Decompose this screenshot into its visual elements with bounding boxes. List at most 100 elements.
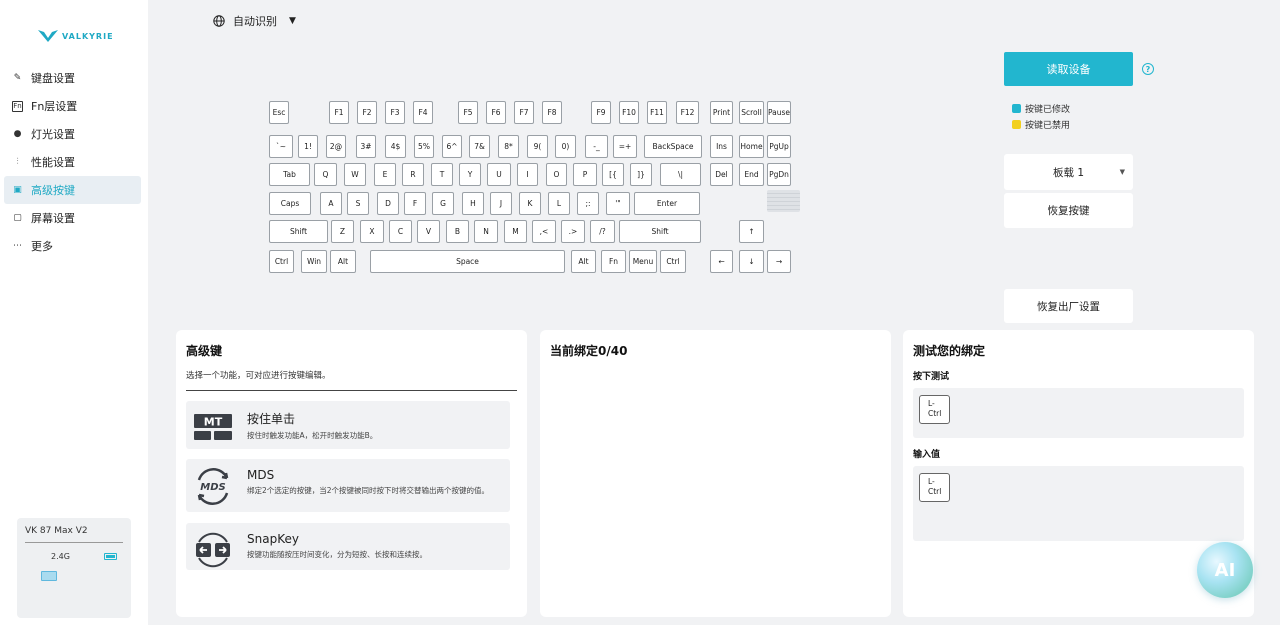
sidebar-item-4[interactable]: ▣ 高级按键 bbox=[4, 176, 141, 204]
key[interactable]: F11 bbox=[647, 101, 667, 124]
key[interactable]: Ctrl bbox=[660, 250, 686, 273]
key[interactable]: R bbox=[402, 163, 424, 186]
key[interactable]: 7& bbox=[469, 135, 490, 158]
key[interactable]: S bbox=[347, 192, 369, 215]
feature-mt[interactable]: MT 按住单击 按住时触发功能A，松开时触发功能B。 bbox=[186, 401, 510, 449]
key[interactable]: 8* bbox=[498, 135, 519, 158]
key[interactable]: -_ bbox=[585, 135, 608, 158]
key[interactable]: M bbox=[504, 220, 527, 243]
key[interactable]: 4$ bbox=[385, 135, 406, 158]
key[interactable]: '" bbox=[606, 192, 630, 215]
key[interactable]: F6 bbox=[486, 101, 506, 124]
feature-mds[interactable]: MDS MDS 绑定2个选定的按键，当2个按键被同时按下时将交替输出两个按键的值… bbox=[186, 459, 510, 512]
key[interactable]: ;: bbox=[577, 192, 599, 215]
key[interactable]: 5% bbox=[414, 135, 434, 158]
brand-logo[interactable]: VALKYRIE bbox=[38, 30, 114, 42]
key[interactable]: BackSpace bbox=[644, 135, 702, 158]
key[interactable]: Tab bbox=[269, 163, 310, 186]
key[interactable]: N bbox=[474, 220, 498, 243]
key[interactable]: O bbox=[546, 163, 567, 186]
key[interactable]: Fn bbox=[601, 250, 626, 273]
key[interactable]: [{ bbox=[602, 163, 624, 186]
key[interactable]: 2@ bbox=[326, 135, 346, 158]
key[interactable]: Print bbox=[710, 101, 733, 124]
key[interactable]: Y bbox=[459, 163, 481, 186]
key[interactable]: U bbox=[487, 163, 511, 186]
key[interactable]: Home bbox=[739, 135, 764, 158]
press-test-area[interactable]: L- Ctrl bbox=[913, 388, 1244, 438]
read-device-button[interactable]: 读取设备 bbox=[1004, 52, 1133, 86]
key[interactable]: E bbox=[374, 163, 396, 186]
key[interactable]: F9 bbox=[591, 101, 611, 124]
key[interactable]: .> bbox=[561, 220, 585, 243]
key[interactable]: L bbox=[548, 192, 570, 215]
key[interactable]: Shift bbox=[619, 220, 701, 243]
factory-reset-button[interactable]: 恢复出厂设置 bbox=[1004, 289, 1133, 323]
key[interactable]: `~ bbox=[269, 135, 293, 158]
key[interactable]: Del bbox=[710, 163, 733, 186]
key[interactable]: Alt bbox=[571, 250, 596, 273]
ai-assistant-button[interactable]: AI bbox=[1197, 542, 1253, 598]
key[interactable]: Enter bbox=[634, 192, 700, 215]
help-icon[interactable]: ? bbox=[1142, 63, 1154, 75]
sidebar-item-5[interactable]: ▢ 屏幕设置 bbox=[4, 204, 141, 232]
key[interactable]: → bbox=[767, 250, 791, 273]
key[interactable]: B bbox=[446, 220, 469, 243]
key[interactable]: F8 bbox=[542, 101, 562, 124]
key[interactable]: ↓ bbox=[739, 250, 764, 273]
key[interactable]: F7 bbox=[514, 101, 534, 124]
profile-select[interactable]: 板载 1 ▼ bbox=[1004, 154, 1133, 190]
key[interactable]: F4 bbox=[413, 101, 433, 124]
key[interactable]: D bbox=[377, 192, 399, 215]
key[interactable]: 9( bbox=[527, 135, 548, 158]
key[interactable]: F1 bbox=[329, 101, 349, 124]
key[interactable]: Caps bbox=[269, 192, 311, 215]
key[interactable]: Alt bbox=[330, 250, 356, 273]
key[interactable]: Shift bbox=[269, 220, 328, 243]
key[interactable]: =+ bbox=[613, 135, 637, 158]
key[interactable]: K bbox=[519, 192, 541, 215]
key[interactable]: F bbox=[404, 192, 426, 215]
key[interactable]: C bbox=[389, 220, 412, 243]
key[interactable]: X bbox=[360, 220, 384, 243]
key[interactable]: ↑ bbox=[739, 220, 764, 243]
key[interactable]: T bbox=[431, 163, 453, 186]
key[interactable]: Esc bbox=[269, 101, 289, 124]
key[interactable]: Pause bbox=[767, 101, 791, 124]
key[interactable]: ,< bbox=[532, 220, 556, 243]
sidebar-item-2[interactable]: ● 灯光设置 bbox=[4, 120, 141, 148]
key[interactable]: A bbox=[320, 192, 342, 215]
key[interactable]: 3# bbox=[356, 135, 376, 158]
key[interactable]: 6^ bbox=[442, 135, 462, 158]
key[interactable]: Q bbox=[314, 163, 337, 186]
key[interactable]: Ins bbox=[710, 135, 733, 158]
key[interactable]: J bbox=[490, 192, 512, 215]
key[interactable]: End bbox=[739, 163, 764, 186]
key[interactable]: /? bbox=[590, 220, 615, 243]
key[interactable]: Space bbox=[370, 250, 565, 273]
key[interactable]: F12 bbox=[676, 101, 699, 124]
key[interactable]: Menu bbox=[629, 250, 657, 273]
sidebar-item-0[interactable]: ✎ 键盘设置 bbox=[4, 64, 141, 92]
key[interactable]: F5 bbox=[458, 101, 478, 124]
key[interactable]: Z bbox=[331, 220, 354, 243]
key[interactable]: H bbox=[462, 192, 484, 215]
key[interactable]: G bbox=[432, 192, 454, 215]
key[interactable]: F2 bbox=[357, 101, 377, 124]
key[interactable]: PgDn bbox=[767, 163, 791, 186]
key[interactable]: Win bbox=[301, 250, 327, 273]
key[interactable]: ]} bbox=[630, 163, 652, 186]
language-selector[interactable]: 自动识别 ▼ bbox=[213, 13, 296, 29]
key[interactable]: W bbox=[344, 163, 366, 186]
key[interactable]: Scroll bbox=[739, 101, 764, 124]
key[interactable]: V bbox=[417, 220, 440, 243]
feature-snapkey[interactable]: SnapKey 按键功能随按压时间变化，分为短按、长按和连续按。 bbox=[186, 523, 510, 570]
key[interactable]: F3 bbox=[385, 101, 405, 124]
key[interactable]: P bbox=[573, 163, 597, 186]
sidebar-item-1[interactable]: Fn Fn层设置 bbox=[4, 92, 141, 120]
key[interactable]: ← bbox=[710, 250, 733, 273]
key[interactable]: 0) bbox=[555, 135, 576, 158]
key[interactable]: F10 bbox=[619, 101, 639, 124]
key[interactable]: 1! bbox=[298, 135, 318, 158]
key[interactable]: I bbox=[517, 163, 538, 186]
